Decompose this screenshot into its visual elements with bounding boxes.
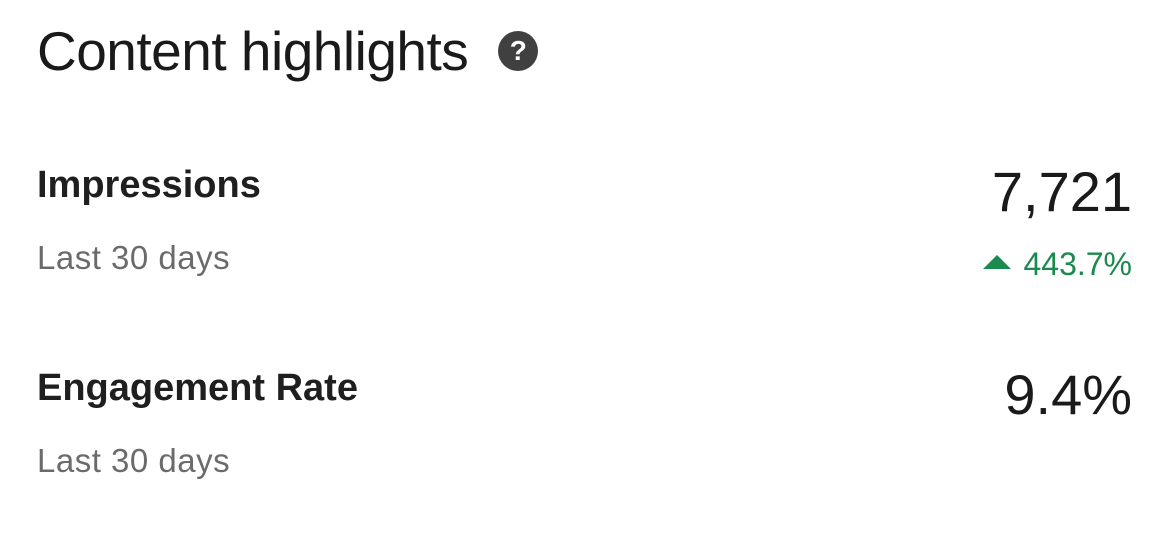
metric-value: 9.4% <box>1004 363 1132 426</box>
metric-impressions: Impressions Last 30 days 7,721 443.7% <box>37 162 1132 284</box>
page-title: Content highlights <box>37 20 469 82</box>
content-highlights-header: Content highlights ? <box>37 18 539 84</box>
metric-period: Last 30 days <box>37 239 231 276</box>
triangle-up-icon <box>983 255 1012 269</box>
metric-value: 7,721 <box>991 160 1132 223</box>
metric-engagement-rate: Engagement Rate Last 30 days 9.4% <box>37 365 1132 481</box>
metric-period: Last 30 days <box>37 442 231 479</box>
help-icon[interactable]: ? <box>498 31 539 71</box>
metric-label: Impressions <box>37 164 261 206</box>
metric-change: 443.7% <box>983 244 1132 284</box>
metric-label: Engagement Rate <box>37 367 358 409</box>
metric-change-value: 443.7% <box>1023 246 1132 282</box>
